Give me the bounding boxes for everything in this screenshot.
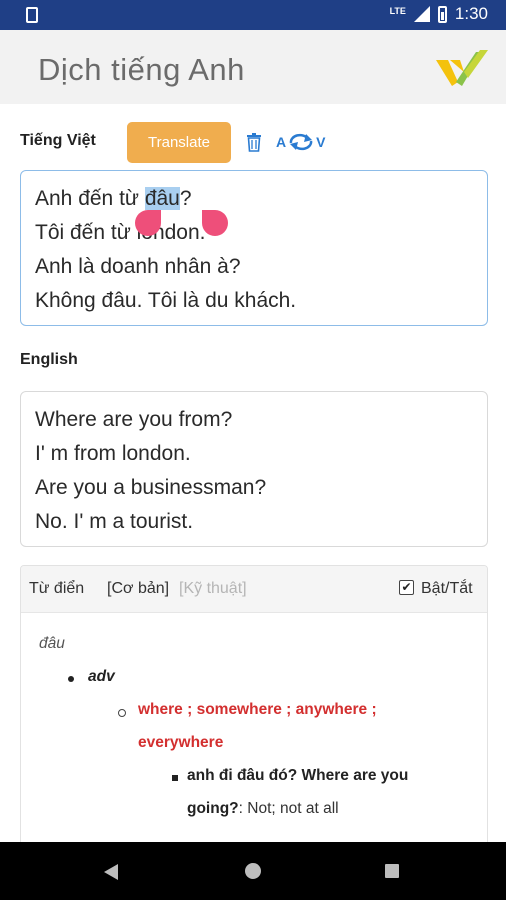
translation-output[interactable]: Where are you from? I' m from london. Ar…	[20, 391, 488, 547]
swap-arrows-icon	[289, 133, 313, 151]
swap-language-button[interactable]: A V	[276, 132, 325, 152]
clock: 1:30	[454, 4, 488, 23]
logo-icon[interactable]	[436, 48, 488, 88]
source-text-input[interactable]: Anh đến từ đâu? Tôi đến từ london. Anh l…	[20, 170, 488, 326]
source-language-label: Tiếng Việt	[20, 132, 96, 149]
translate-button[interactable]: Translate	[127, 122, 231, 163]
example-line-1: anh đi đâu đó? Where are you	[187, 767, 409, 784]
translation-line: Are you a businessman?	[35, 476, 267, 499]
dictionary-title: Từ điển	[29, 580, 85, 597]
recent-apps-icon[interactable]	[385, 864, 399, 878]
source-line: Không đâu. Tôi là du khách.	[35, 289, 297, 312]
bullet-icon	[172, 775, 178, 781]
selected-text: đâu	[144, 187, 180, 210]
meaning-line-1: where ; somewhere ; anywhere ;	[138, 701, 377, 718]
target-language-label: English	[20, 351, 78, 368]
navigation-bar	[0, 842, 506, 900]
back-icon[interactable]	[104, 864, 118, 880]
selection-end-handle[interactable]	[202, 210, 228, 236]
dictionary-mode-basic[interactable]: [Cơ bản]	[107, 580, 169, 598]
source-line: Anh là doanh nhân à?	[35, 255, 241, 278]
selection-start-handle[interactable]	[135, 210, 161, 236]
notification-icon	[26, 7, 38, 23]
dictionary-word: đâu	[39, 635, 65, 652]
dictionary-mode-technical[interactable]: [Kỹ thuật]	[179, 580, 247, 598]
part-of-speech: adv	[88, 668, 115, 685]
status-bar: LTE 1:30	[0, 0, 506, 30]
swap-to-label: V	[316, 134, 326, 150]
source-line: Anh đến từ đâu?	[35, 187, 192, 210]
bullet-icon	[68, 676, 74, 682]
trash-icon[interactable]	[246, 132, 262, 152]
example-line-2: going?: Not; not at all	[187, 800, 339, 817]
app-title: Dịch tiếng Anh	[38, 52, 245, 87]
dictionary-header: Từ điển [Cơ bản] [Kỹ thuật] ✔ Bật/Tắt	[21, 566, 487, 613]
dictionary-panel: Từ điển [Cơ bản] [Kỹ thuật] ✔ Bật/Tắt đâ…	[20, 565, 488, 855]
translation-line: No. I' m a tourist.	[35, 510, 194, 533]
dictionary-toggle-label: Bật/Tắt	[421, 580, 473, 597]
bullet-icon	[118, 709, 126, 717]
swap-from-label: A	[276, 134, 287, 150]
dictionary-toggle-checkbox[interactable]: ✔	[399, 580, 414, 595]
app-bar: Dịch tiếng Anh	[0, 30, 506, 104]
translation-line: I' m from london.	[35, 442, 191, 465]
signal-icon	[413, 6, 430, 22]
network-type: LTE	[389, 5, 406, 16]
translation-line: Where are you from?	[35, 408, 233, 431]
battery-icon	[437, 5, 447, 23]
source-line: Tôi đến từ london.	[35, 221, 206, 244]
meaning-line-2: everywhere	[138, 734, 224, 751]
home-icon[interactable]	[245, 863, 261, 879]
